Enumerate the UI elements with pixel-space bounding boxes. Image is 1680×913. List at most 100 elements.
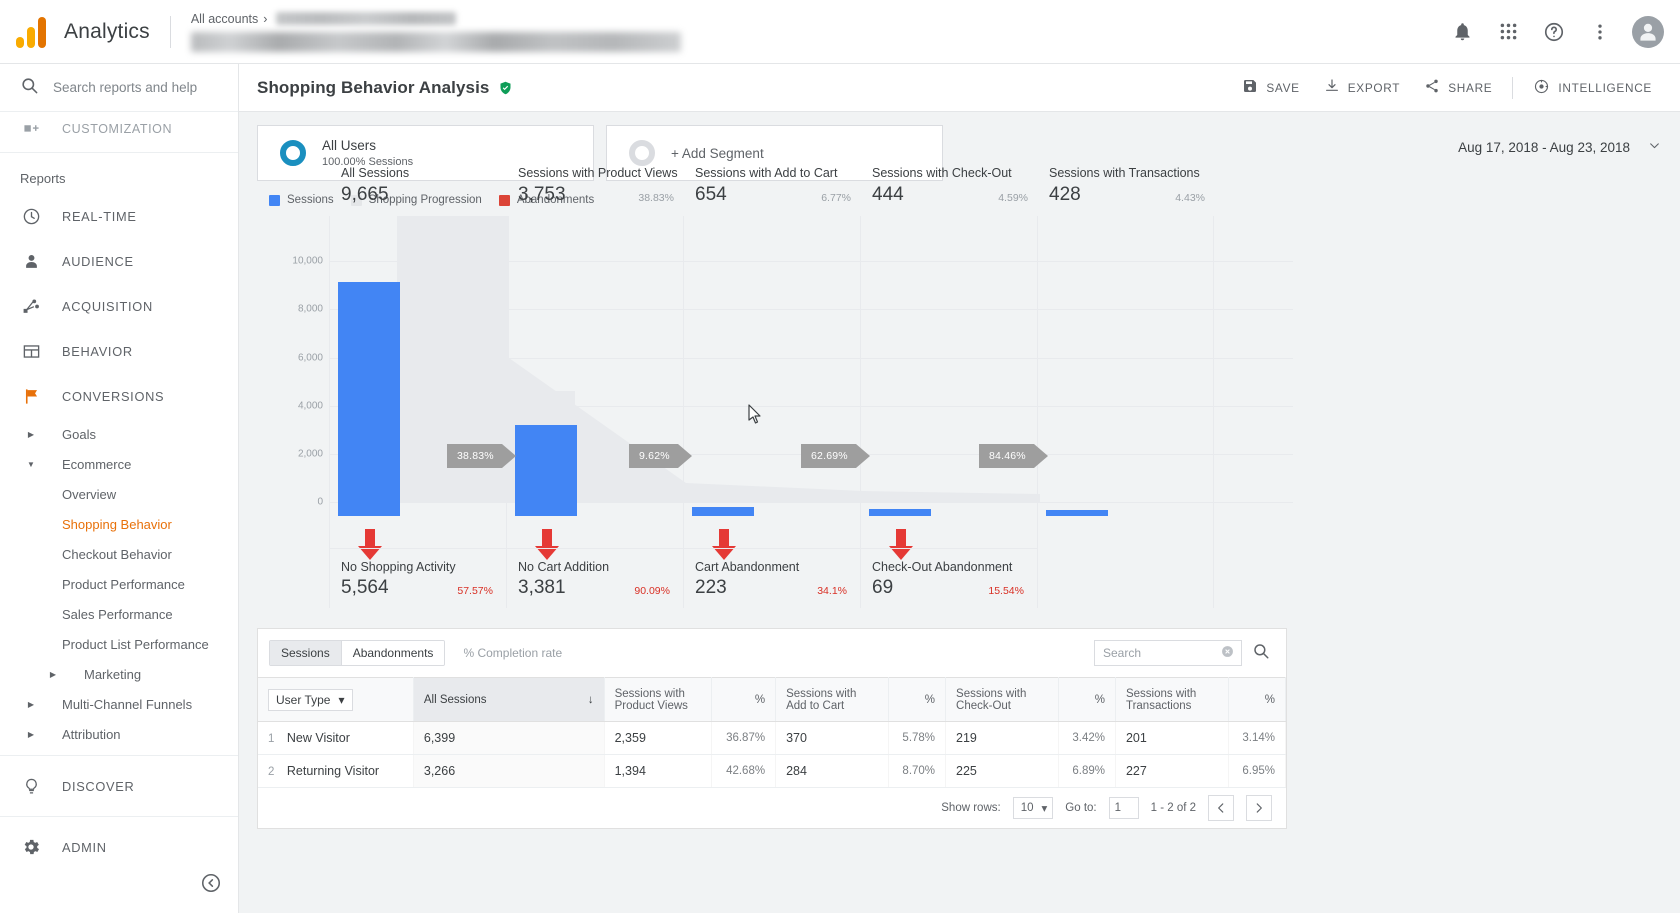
share-button[interactable]: SHARE <box>1412 71 1504 104</box>
sidebar-item-real-time[interactable]: REAL-TIME <box>0 194 238 239</box>
breadcrumb-all-accounts[interactable]: All accounts <box>191 12 258 26</box>
help-icon[interactable] <box>1534 12 1574 52</box>
main-content: Shopping Behavior Analysis SAVE EXPORT S… <box>239 64 1680 913</box>
column-label: Sessions with Check-Out <box>872 166 1012 180</box>
search-icon <box>20 76 39 100</box>
sidebar-item-audience[interactable]: AUDIENCE <box>0 239 238 284</box>
date-range-value: Aug 17, 2018 - Aug 23, 2018 <box>1458 139 1630 155</box>
user-avatar[interactable] <box>1632 15 1664 48</box>
row-name[interactable]: Returning Visitor <box>287 764 379 778</box>
abandonment-label: No Cart Addition <box>518 560 610 574</box>
completion-rate-toggle[interactable]: % Completion rate <box>463 646 562 660</box>
column-header-add-to-cart[interactable]: Sessions with Add to Cart <box>775 677 889 722</box>
search-icon[interactable] <box>1250 640 1272 667</box>
column-header-all-sessions[interactable]: All Sessions ↓ <box>413 677 605 722</box>
account-name-redacted <box>276 12 457 25</box>
tab-sessions[interactable]: Sessions <box>270 641 341 665</box>
sidebar-item-label: REAL-TIME <box>62 209 137 224</box>
verified-shield-icon <box>498 80 513 96</box>
sidebar-item-multi-channel-funnels[interactable]: ▶ Multi-Channel Funnels <box>0 689 238 719</box>
sidebar-item-sales-performance[interactable]: Sales Performance <box>0 599 238 629</box>
bell-icon[interactable] <box>1442 12 1482 52</box>
more-vert-icon[interactable] <box>1580 12 1620 52</box>
sidebar-item-goals[interactable]: ▶ Goals <box>0 419 238 449</box>
sidebar-item-checkout-behavior[interactable]: Checkout Behavior <box>0 539 238 569</box>
sidebar-item-product-list-performance[interactable]: Product List Performance <box>0 629 238 659</box>
bar-check-out <box>869 509 931 516</box>
save-button[interactable]: SAVE <box>1230 71 1311 104</box>
prev-page-button[interactable] <box>1208 795 1234 821</box>
column-header-product-views[interactable]: Sessions with Product Views <box>604 677 712 722</box>
sidebar-item-shopping-behavior[interactable]: Shopping Behavior <box>0 509 238 539</box>
cell-transactions-pct: 3.14% <box>1228 721 1286 755</box>
date-range-selector[interactable]: Aug 17, 2018 - Aug 23, 2018 <box>1458 139 1661 155</box>
sidebar-item-ecommerce[interactable]: ▼ Ecommerce <box>0 449 238 479</box>
chevron-down-icon: ▾ <box>1041 803 1048 815</box>
row-index: 1 <box>268 733 275 745</box>
sidebar-item-label: CUSTOMIZATION <box>62 122 173 136</box>
sidebar-item-label: ADMIN <box>62 839 107 855</box>
sidebar-item-behavior[interactable]: BEHAVIOR <box>0 329 238 374</box>
row-index: 2 <box>268 766 275 778</box>
share-label: SHARE <box>1448 80 1493 95</box>
column-header-add-to-cart-pct[interactable]: % <box>888 677 947 722</box>
column-header-product-views-pct[interactable]: % <box>711 677 777 722</box>
chevron-right-icon: ▶ <box>27 699 35 709</box>
column-header-transactions-pct[interactable]: % <box>1228 677 1286 722</box>
property-view-redacted <box>190 31 681 52</box>
sidebar-item-conversions[interactable]: CONVERSIONS <box>0 374 238 419</box>
sidebar-item-label: Product List Performance <box>62 636 209 652</box>
column-header-label: % <box>1264 693 1275 706</box>
sidebar-item-label: Sales Performance <box>62 606 173 622</box>
gear-icon <box>20 836 42 858</box>
clear-circle-icon[interactable] <box>1221 645 1234 661</box>
abandonment-percent: 15.54% <box>988 585 1024 597</box>
column-label: All Sessions <box>341 166 410 180</box>
goto-label: Go to: <box>1065 802 1097 814</box>
search-input[interactable] <box>53 80 218 95</box>
show-rows-value: 10 <box>1020 802 1034 814</box>
column-header-check-out[interactable]: Sessions with Check-Out <box>945 677 1059 722</box>
sidebar-item-attribution[interactable]: ▶ Attribution <box>0 719 238 749</box>
search-input-wrapper[interactable] <box>1094 640 1242 666</box>
table-row[interactable]: 2 Returning Visitor 3,266 1,394 42.68% 2… <box>258 754 1286 788</box>
chevron-right-icon: ▶ <box>49 669 57 679</box>
dimension-selector[interactable]: User Type ▾ <box>268 688 353 711</box>
bar-product-views <box>515 425 577 516</box>
column-header-check-out-pct[interactable]: % <box>1058 677 1116 722</box>
table-row[interactable]: 1 New Visitor 6,399 2,359 36.87% 370 5.7… <box>258 721 1286 755</box>
row-name[interactable]: New Visitor <box>287 731 350 745</box>
intelligence-button[interactable]: INTELLIGENCE <box>1521 71 1664 105</box>
column-header-transactions[interactable]: Sessions with Transactions <box>1115 677 1229 722</box>
divider <box>1512 76 1514 99</box>
show-rows-select[interactable]: 10 ▾ <box>1012 797 1054 819</box>
abandonment-percent: 34.1% <box>817 585 847 597</box>
sidebar-item-discover[interactable]: DISCOVER <box>0 762 238 810</box>
sidebar-item-admin[interactable]: ADMIN <box>0 823 238 871</box>
collapse-sidebar-button[interactable] <box>0 865 238 905</box>
table-search-input[interactable] <box>1103 646 1221 660</box>
column-header-label: Sessions with Product Views <box>614 687 688 712</box>
next-page-button[interactable] <box>1246 795 1272 821</box>
funnel-column-product-views: Sessions with Product Views 3,753 38.83%… <box>506 166 684 608</box>
add-segment-label: + Add Segment <box>671 145 764 161</box>
cell-all-sessions: 3,266 <box>413 754 605 788</box>
export-button[interactable]: EXPORT <box>1312 71 1413 104</box>
apps-grid-icon[interactable] <box>1488 12 1528 52</box>
sidebar-item-customization[interactable]: CUSTOMIZATION <box>0 112 238 146</box>
sidebar-item-label: BEHAVIOR <box>62 344 133 359</box>
column-value: 9,665 <box>341 184 389 205</box>
chevron-down-icon <box>1648 139 1661 155</box>
goto-input[interactable]: 1 <box>1108 797 1139 819</box>
sidebar-search[interactable] <box>0 64 238 112</box>
tab-abandonments[interactable]: Abandonments <box>340 641 445 665</box>
chevron-tip <box>501 444 516 468</box>
sidebar-item-product-performance[interactable]: Product Performance <box>0 569 238 599</box>
sidebar-item-overview[interactable]: Overview <box>0 479 238 509</box>
column-header-label: % <box>754 693 766 706</box>
save-label: SAVE <box>1266 80 1300 95</box>
sidebar-item-marketing[interactable]: ▶ Marketing <box>0 659 238 689</box>
sidebar-item-acquisition[interactable]: ACQUISITION <box>0 284 238 329</box>
chevron-down-icon: ▾ <box>338 692 345 707</box>
account-breadcrumb[interactable]: All accounts › <box>190 12 681 52</box>
